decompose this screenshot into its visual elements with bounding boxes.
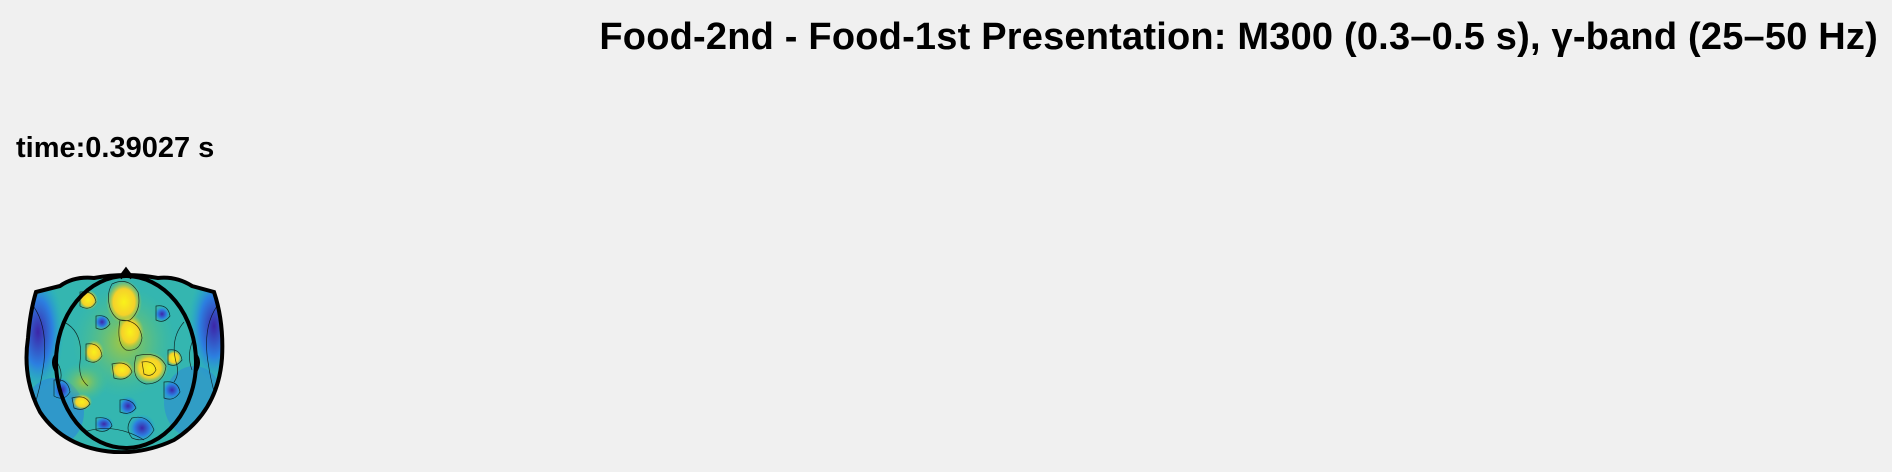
figure-title: Food-2nd - Food-1st Presentation: M300 (… [599, 16, 1878, 58]
time-label: time:0.39027 s [16, 132, 215, 164]
head-topography-icon [24, 262, 228, 454]
topoplot-svg [24, 266, 225, 454]
figure-canvas: Food-2nd - Food-1st Presentation: M300 (… [0, 0, 1892, 472]
